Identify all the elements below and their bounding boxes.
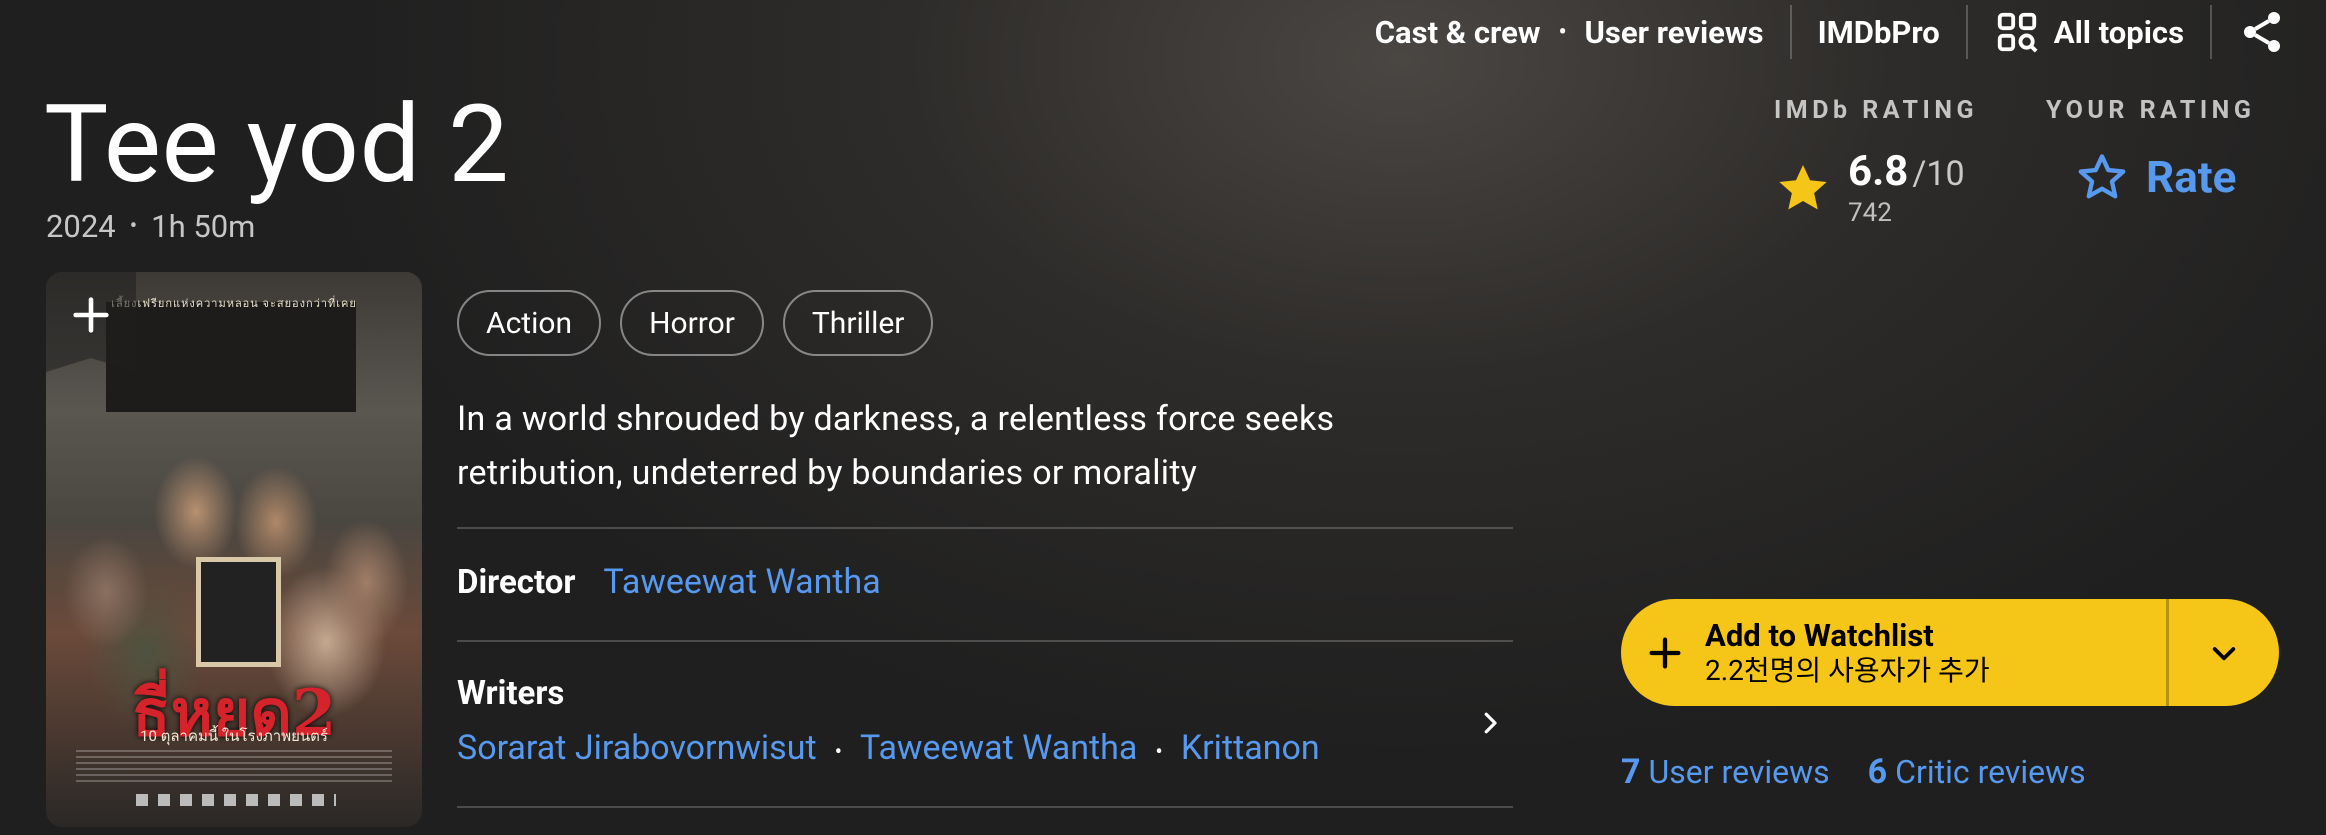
poster-photo-frame <box>196 557 281 667</box>
share-button[interactable] <box>2238 8 2286 56</box>
vote-count: 742 <box>1848 198 1892 228</box>
plus-icon <box>73 297 109 333</box>
director-row: Director Taweewat Wantha <box>457 562 881 602</box>
genre-chips: Action Horror Thriller <box>457 290 952 356</box>
writers-list: Sorarat Jirabovornwisut • Taweewat Wanth… <box>457 728 1320 768</box>
imdb-rating-value: 6.8 /10 742 <box>1774 147 1978 228</box>
writer-separator-dot: • <box>834 740 843 765</box>
divider <box>457 806 1513 808</box>
nav-imdbpro[interactable]: IMDbPro <box>1818 14 1940 51</box>
director-link[interactable]: Taweewat Wantha <box>603 562 880 602</box>
your-rating: YOUR RATING Rate <box>2046 96 2255 203</box>
user-reviews-link[interactable]: 7 User reviews <box>1621 752 1830 792</box>
imdb-rating-label: IMDb RATING <box>1774 96 1979 125</box>
imdb-rating[interactable]: IMDb RATING 6.8 /10 742 <box>1774 96 1978 228</box>
genre-chip-horror[interactable]: Horror <box>620 290 764 356</box>
nav-all-topics-label: All topics <box>2053 13 2184 51</box>
add-to-watchlist-button[interactable]: Add to Watchlist 2.2천명의 사용자가 추가 <box>1621 599 2166 706</box>
rate-label: Rate <box>2146 151 2237 203</box>
rate-button[interactable]: Rate <box>2076 151 2236 203</box>
chevron-right-icon <box>1484 712 1497 734</box>
watchlist-button-group: Add to Watchlist 2.2천명의 사용자가 추가 <box>1621 599 2279 706</box>
meta-separator-dot: • <box>129 214 138 239</box>
nav-divider <box>1789 5 1792 59</box>
user-reviews-label: User reviews <box>1648 753 1830 791</box>
plus-icon <box>1649 637 1681 668</box>
poster-release-date: 10 ตุลาคมนี้ ในโรงภาพยนตร์ <box>140 727 328 745</box>
nav-separator-dot: • <box>1558 19 1567 45</box>
genre-chip-thriller[interactable]: Thriller <box>782 290 934 356</box>
writer-link[interactable]: Krittanon <box>1181 728 1320 768</box>
topics-grid-icon <box>1997 12 2038 53</box>
nav-user-reviews[interactable]: User reviews <box>1584 14 1763 51</box>
add-to-watchlist-ribbon[interactable] <box>46 272 136 372</box>
nav-all-topics[interactable]: All topics <box>1994 9 2184 55</box>
poster-logos <box>136 794 336 806</box>
runtime: 1h 50m <box>151 208 256 245</box>
genre-chip-action[interactable]: Action <box>457 290 602 356</box>
imdb-score: 6.8 <box>1848 147 1909 196</box>
review-links: 7 User reviews 6 Critic reviews <box>1621 752 2124 792</box>
share-icon <box>2244 12 2280 52</box>
poster-title-text: ธี่หยด2 <box>131 676 337 751</box>
plot-summary: In a world shrouded by darkness, a relen… <box>457 399 1335 493</box>
divider <box>457 640 1513 642</box>
critic-review-count: 6 <box>1867 752 1888 792</box>
imdb-score-max: /10 <box>1912 154 1965 194</box>
writers-expand-button[interactable] <box>1475 708 1505 742</box>
nav-divider <box>2210 5 2212 59</box>
title-meta: 2024 • 1h 50m <box>46 208 255 245</box>
writers-label[interactable]: Writers <box>457 674 564 713</box>
director-label: Director <box>457 563 576 602</box>
user-review-count: 7 <box>1621 752 1641 792</box>
nav-divider <box>1965 5 1968 59</box>
your-rating-label: YOUR RATING <box>2046 96 2256 125</box>
top-nav: Cast & crew • User reviews IMDbPro All t… <box>1375 0 2326 64</box>
critic-reviews-link[interactable]: 6 Critic reviews <box>1868 752 2086 792</box>
writer-link[interactable]: Sorarat Jirabovornwisut <box>457 728 817 768</box>
page-title: Tee yod 2 <box>44 82 510 208</box>
critic-reviews-label: Critic reviews <box>1895 753 2086 791</box>
watchlist-subtitle: 2.2천명의 사용자가 추가 <box>1705 653 1990 687</box>
divider <box>457 527 1513 529</box>
movie-poster[interactable]: เลี้ยงเฟรียกแห่งความหลอน จะสยองกว่าที่เค… <box>46 272 422 827</box>
nav-cast-crew[interactable]: Cast & crew <box>1375 14 1541 51</box>
writers-heading-row: Writers <box>457 674 564 713</box>
release-year[interactable]: 2024 <box>46 208 116 245</box>
star-filled-icon <box>1779 164 1827 210</box>
writer-link[interactable]: Taweewat Wantha <box>860 728 1137 768</box>
watchlist-options-button[interactable] <box>2169 599 2279 706</box>
poster-credits-block <box>76 750 392 786</box>
writer-separator-dot: • <box>1155 740 1163 765</box>
watchlist-title: Add to Watchlist <box>1705 616 1934 654</box>
chevron-down-icon <box>2212 646 2236 660</box>
star-outline-icon <box>2078 154 2126 199</box>
